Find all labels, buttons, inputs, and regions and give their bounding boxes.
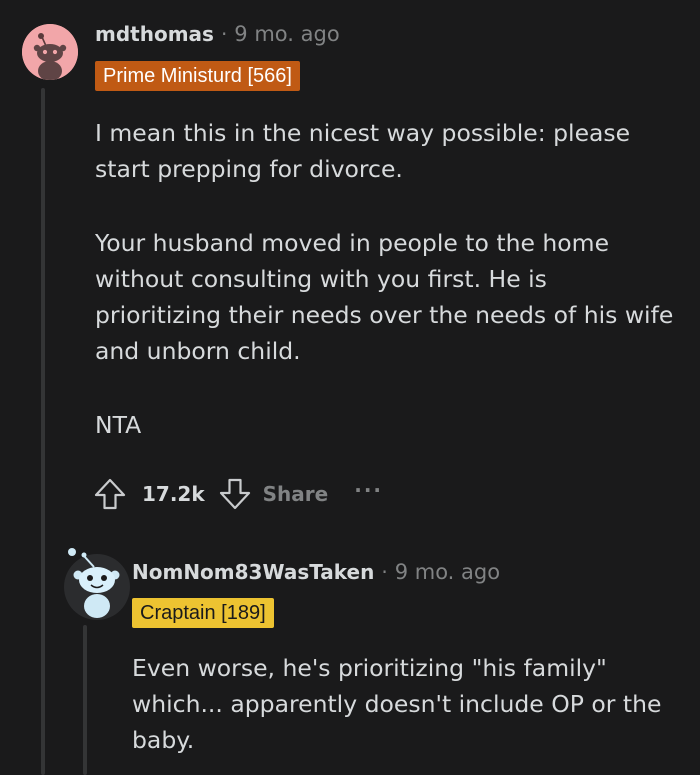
downvote-button[interactable]: [217, 476, 253, 512]
upvote-button[interactable]: [92, 476, 128, 512]
comment-meta: NomNom83WasTaken · 9 mo. ago: [132, 560, 500, 584]
user-flair: Prime Ministurd [566]: [95, 61, 300, 91]
comment-meta: mdthomas · 9 mo. ago: [95, 22, 340, 46]
avatar[interactable]: [62, 546, 132, 620]
meta-separator: ·: [381, 560, 388, 584]
avatar[interactable]: [22, 24, 78, 80]
share-button[interactable]: Share: [263, 482, 329, 506]
thread-line[interactable]: [41, 88, 45, 775]
comment-paragraph: NTA: [95, 411, 142, 439]
timestamp[interactable]: 9 mo. ago: [234, 22, 339, 46]
timestamp[interactable]: 9 mo. ago: [395, 560, 500, 584]
comment-actions: 17.2k Share ···: [92, 476, 383, 512]
snoo-pink-avatar-icon: [22, 24, 78, 80]
reply-thread-line[interactable]: [83, 625, 87, 775]
comment-paragraph: I mean this in the nicest way possible: …: [95, 119, 631, 183]
username[interactable]: NomNom83WasTaken: [132, 560, 374, 584]
vote-count: 17.2k: [142, 482, 205, 506]
more-options-button[interactable]: ···: [354, 478, 383, 502]
comment-body: Even worse, he's prioritizing "his famil…: [132, 650, 687, 758]
comment-paragraph: Your husband moved in people to the home…: [95, 229, 674, 365]
downvote-arrow-icon: [219, 478, 250, 510]
user-flair: Craptain [189]: [132, 598, 274, 628]
username[interactable]: mdthomas: [95, 22, 214, 46]
snoo-blue-avatar-icon: [64, 548, 130, 620]
comment-body: I mean this in the nicest way possible: …: [95, 115, 675, 443]
upvote-arrow-icon: [94, 478, 126, 510]
meta-separator: ·: [220, 22, 228, 46]
comment-paragraph: Even worse, he's prioritizing "his famil…: [132, 654, 662, 754]
